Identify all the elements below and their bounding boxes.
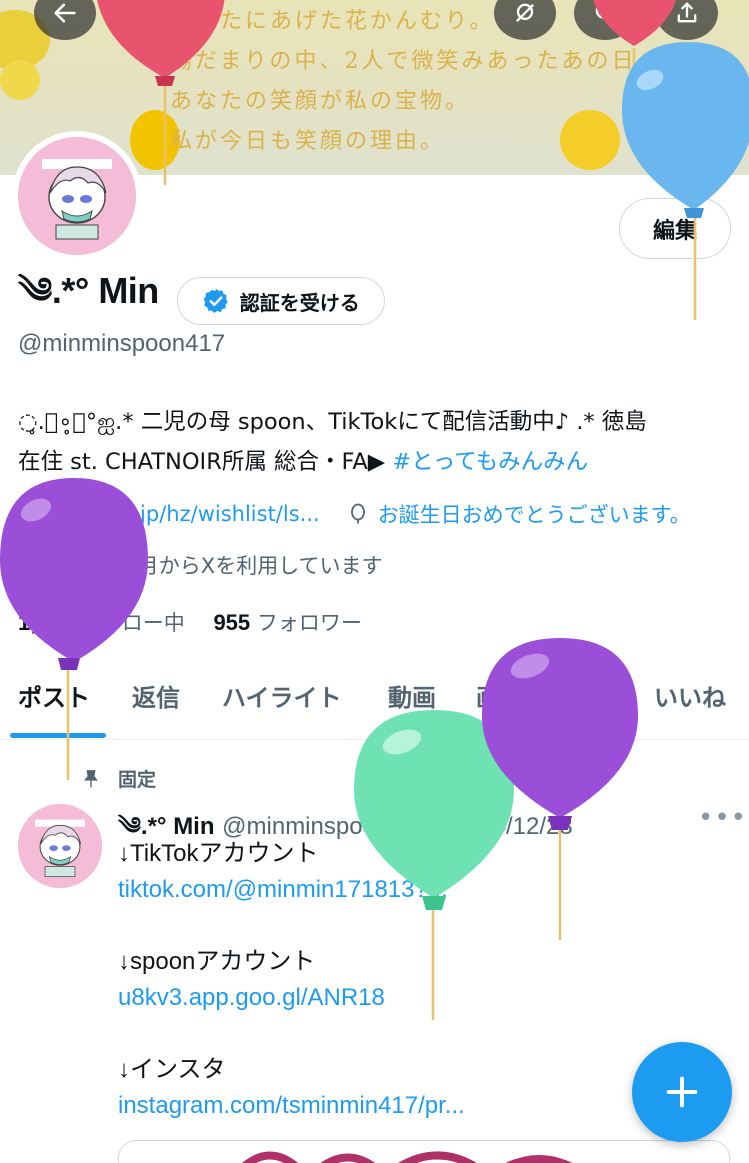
compose-post-button[interactable] — [632, 1042, 732, 1142]
post-link[interactable]: u8kv3.app.goo.gl/ANR18 — [118, 980, 738, 1016]
calendar-icon — [20, 556, 40, 575]
post-line: ↓TikTokアカウント — [118, 840, 319, 867]
search-off-icon — [516, 3, 534, 22]
profile-handle: @minminspoon417 — [18, 330, 226, 357]
bio-line-2: 在住 st. CHATNOIR所属 総合・FA▶ #とってもみんみん — [18, 442, 738, 482]
followers-count: 955 — [213, 610, 251, 635]
followers-label: フォロワー — [256, 611, 362, 635]
tab-likes[interactable]: いいね — [654, 678, 726, 713]
profile-meta: amazon.jp/hz/wishlist/ls... お誕生日おめでとうござい… — [18, 499, 691, 529]
birthday-item: お誕生日おめでとうございます。 — [346, 499, 691, 529]
banner-line: 私が今日も笑顔の理由。 — [170, 129, 446, 154]
pinned-indicator: 固定 — [80, 765, 156, 792]
bio-text: 在住 st. CHATNOIR所属 総合・FA▶ — [18, 449, 386, 475]
tab-highlights[interactable]: ハイライト — [222, 678, 342, 713]
following-label: フォロー中 — [79, 611, 185, 635]
post-link[interactable]: tiktok.com/@minmin171813?... — [118, 872, 738, 908]
verified-badge-icon — [203, 288, 228, 313]
following-count: 1,354 — [18, 610, 74, 635]
profile-bio: ◌̥.⃝∘̥⃝°ஐ.* 二児の母 spoon、TikTokにて配信活動中♪ .*… — [18, 402, 738, 482]
profile-tabs: ポスト 返信 ハイライト 動画 画像 記事 いいね — [0, 660, 749, 740]
search-icon — [595, 2, 616, 23]
website-link[interactable]: amazon.jp/hz/wishlist/ls... — [50, 502, 320, 526]
edit-profile-button[interactable]: 編集 — [619, 198, 731, 259]
bio-hashtag-link[interactable]: #とってもみんみん — [392, 449, 588, 475]
website-item[interactable]: amazon.jp/hz/wishlist/ls... — [18, 502, 320, 526]
pinned-label: 固定 — [118, 769, 157, 791]
tab-posts[interactable]: ポスト — [18, 678, 90, 713]
joined-date: 2020年5月からXを利用しています — [18, 550, 383, 580]
active-tab-indicator — [10, 733, 106, 738]
birthday-text[interactable]: お誕生日おめでとうございます。 — [378, 499, 691, 529]
joined-text: 2020年5月からXを利用しています — [50, 554, 383, 578]
back-icon — [54, 3, 76, 23]
post-line: ↓spoonアカウント — [118, 948, 316, 975]
avatar-image — [18, 137, 136, 255]
banner-line: 陽だまりの中、2人で微笑みあったあの日。 — [170, 49, 662, 74]
plus-icon — [666, 1076, 698, 1108]
pin-icon — [84, 769, 98, 787]
link-card-preview[interactable] — [118, 1140, 730, 1163]
display-name-text: Min — [98, 270, 159, 311]
profile-avatar[interactable] — [12, 131, 142, 261]
more-options-icon[interactable]: ••• — [698, 803, 747, 833]
post-author-avatar[interactable] — [18, 804, 102, 888]
tab-videos[interactable]: 動画 — [388, 678, 436, 713]
verify-label: 認証を受ける — [239, 290, 360, 315]
bio-line: ◌̥.⃝∘̥⃝°ஐ.* 二児の母 spoon、TikTokにて配信活動中♪ .*… — [18, 409, 647, 435]
name-row: ༄.*° Min 認証を受ける — [18, 270, 385, 328]
share-icon — [677, 2, 697, 23]
followers-link[interactable]: 955 フォロワー — [213, 610, 362, 635]
get-verified-button[interactable]: 認証を受ける — [176, 277, 385, 325]
balloon-icon — [350, 503, 365, 524]
tab-articles[interactable]: 記事 — [566, 678, 614, 713]
following-link[interactable]: 1,354 フォロー中 — [18, 610, 185, 635]
tab-media[interactable]: 画像 — [476, 678, 524, 713]
display-name-glyph: ༄.*° — [18, 270, 89, 311]
follow-stats: 1,354 フォロー中 955 フォロワー — [18, 607, 362, 637]
link-icon — [21, 505, 39, 523]
banner-line: あなたの笑顔が私の宝物。 — [170, 89, 471, 114]
tab-replies[interactable]: 返信 — [132, 678, 180, 713]
